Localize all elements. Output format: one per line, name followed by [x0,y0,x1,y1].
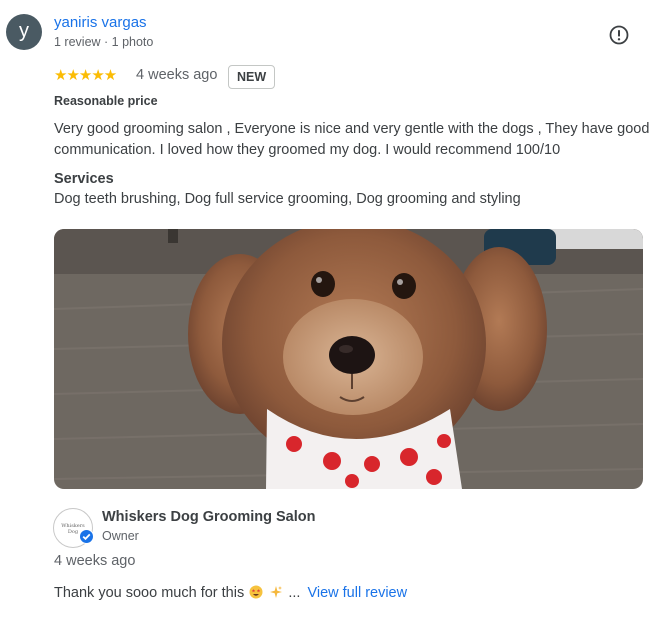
review-photo[interactable] [54,229,643,489]
new-badge: NEW [228,65,276,89]
services-value: Dog teeth brushing, Dog full service gro… [54,191,521,207]
owner-role: Owner [102,529,139,543]
view-full-review-link[interactable]: View full review [307,585,407,601]
star-rating: ★★★★★ [54,67,117,84]
owner-name: Whiskers Dog Grooming Salon [102,509,316,525]
verified-check-icon [79,529,94,544]
reviewer-name[interactable]: yaniris vargas [54,14,147,31]
review-attribute: Reasonable price [54,94,158,108]
avatar[interactable]: y [6,14,42,50]
reply-ellipsis: ... [288,585,301,601]
report-icon[interactable] [608,24,630,46]
review-time: 4 weeks ago [136,67,218,83]
review-text: Very good grooming salon , Everyone is n… [54,121,650,158]
star-struck-emoji-icon [249,585,263,599]
services-label: Services [54,171,114,187]
reply-time: 4 weeks ago [54,553,136,569]
owner-reply: Thank you sooo much for this ... View fu… [54,585,407,601]
reply-text: Thank you sooo much for this [54,585,245,601]
reviewer-meta: 1 review · 1 photo [54,35,154,49]
sparkles-emoji-icon [270,586,283,598]
